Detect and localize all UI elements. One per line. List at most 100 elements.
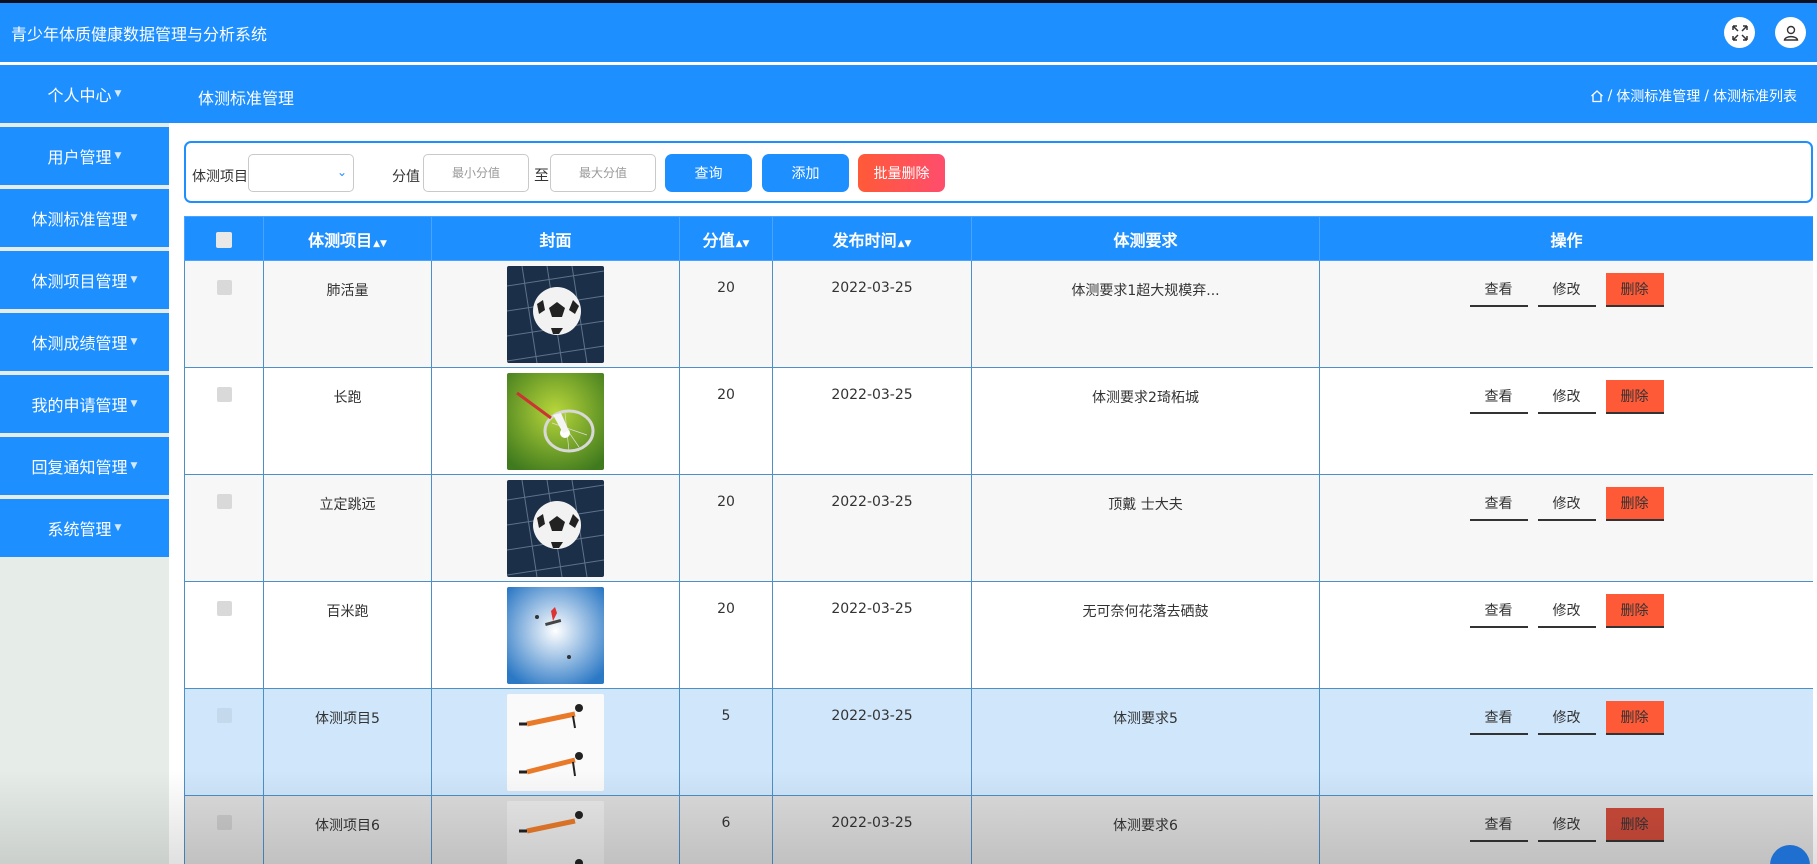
view-button[interactable]: 查看 xyxy=(1469,380,1528,414)
row-checkbox[interactable] xyxy=(216,601,232,616)
row-checkbox[interactable] xyxy=(216,815,232,830)
score-cell: 6 xyxy=(679,795,773,864)
header-item[interactable]: 体测项目▲▼ xyxy=(263,216,432,261)
select-all-checkbox[interactable] xyxy=(216,231,232,248)
min-score-input[interactable] xyxy=(423,154,529,192)
home-icon[interactable] xyxy=(1590,89,1604,103)
row-select-cell xyxy=(184,260,264,368)
standards-table: 体测项目▲▼ 封面 分值▲▼ 发布时间▲▼ 体测要求 操作 肺活量 20 202… xyxy=(184,216,1813,864)
sidebar-item-user-management[interactable]: 用户管理 ▼ xyxy=(0,127,169,185)
breadcrumb-item-standard-list: 体测标准列表 xyxy=(1713,89,1797,105)
breadcrumb-separator: / xyxy=(1607,88,1613,104)
table-row: 体测项目5 5 2022-03-25 体测要求5 查看 修改 删除 xyxy=(184,688,1813,796)
sidebar-item-application-management[interactable]: 我的申请管理 ▼ xyxy=(0,375,169,433)
cover-cell xyxy=(431,367,680,475)
item-cell: 立定跳远 xyxy=(263,474,432,582)
time-cell: 2022-03-25 xyxy=(772,581,972,689)
time-cell: 2022-03-25 xyxy=(772,367,972,475)
requirement-cell: 体测要求2琦柘城 xyxy=(971,367,1320,475)
delete-button[interactable]: 删除 xyxy=(1605,487,1664,521)
time-cell: 2022-03-25 xyxy=(772,474,972,582)
delete-button[interactable]: 删除 xyxy=(1605,380,1664,414)
cover-image-sky-jump xyxy=(507,587,604,684)
query-button[interactable]: 查询 xyxy=(665,154,752,192)
view-button[interactable]: 查看 xyxy=(1469,808,1528,842)
sidebar: 用户管理 ▼ 体测标准管理 ▼ 体测项目管理 ▼ 体测成绩管理 ▼ 我的申请管理 ▼ 回复… xyxy=(0,123,169,864)
header-time-label: 发布时间 xyxy=(832,230,897,250)
header-time[interactable]: 发布时间▲▼ xyxy=(772,216,972,261)
search-bar: 体测项目 ⌄ 分值 至 查询 添加 批量删除 xyxy=(184,141,1813,203)
item-filter-label: 体测项目 xyxy=(192,169,248,185)
view-button[interactable]: 查看 xyxy=(1469,701,1528,735)
requirement-cell: 体测要求1超大规模弃... xyxy=(971,260,1320,368)
cover-cell xyxy=(431,260,680,368)
sidebar-item-project-management[interactable]: 体测项目管理 ▼ xyxy=(0,251,169,309)
sidebar-item-label: 体测标准管理 xyxy=(31,210,128,229)
cover-image-pushup xyxy=(507,694,604,791)
cover-image-pushup xyxy=(507,801,604,864)
sidebar-item-label: 回复通知管理 xyxy=(31,458,128,477)
breadcrumb-item-standard-management[interactable]: 体测标准管理 xyxy=(1616,86,1700,106)
row-select-cell xyxy=(184,581,264,689)
view-button[interactable]: 查看 xyxy=(1469,594,1528,628)
edit-button[interactable]: 修改 xyxy=(1537,701,1596,735)
sidebar-item-label: 我的申请管理 xyxy=(31,396,128,415)
chevron-down-icon: ▼ xyxy=(130,337,138,347)
table-header-row: 体测项目▲▼ 封面 分值▲▼ 发布时间▲▼ 体测要求 操作 xyxy=(184,216,1813,261)
sidebar-item-standard-management[interactable]: 体测标准管理 ▼ xyxy=(0,189,169,247)
item-cell: 体测项目6 xyxy=(263,795,432,864)
row-checkbox[interactable] xyxy=(216,494,232,509)
row-checkbox[interactable] xyxy=(216,708,232,723)
delete-button[interactable]: 删除 xyxy=(1605,808,1664,842)
user-icon[interactable] xyxy=(1775,17,1806,48)
actions-cell: 查看 修改 删除 xyxy=(1319,260,1813,368)
cover-cell xyxy=(431,581,680,689)
sort-icon[interactable]: ▲▼ xyxy=(373,239,387,249)
row-checkbox[interactable] xyxy=(216,387,232,402)
view-button[interactable]: 查看 xyxy=(1469,487,1528,521)
sidebar-item-reply-notice-management[interactable]: 回复通知管理 ▼ xyxy=(0,437,169,495)
header-score[interactable]: 分值▲▼ xyxy=(679,216,773,261)
fullscreen-icon-glyph xyxy=(1731,24,1748,41)
push-up-exercise-icon xyxy=(507,801,604,864)
header-item-label: 体测项目 xyxy=(308,230,373,250)
header-cover: 封面 xyxy=(431,216,680,261)
edit-button[interactable]: 修改 xyxy=(1537,273,1596,307)
chevron-down-icon: ▼ xyxy=(114,89,122,99)
score-filter-label: 分值 xyxy=(392,169,420,185)
fullscreen-icon[interactable] xyxy=(1724,17,1755,48)
cover-image-badminton xyxy=(507,373,604,470)
header-score-label: 分值 xyxy=(702,230,735,250)
sort-icon[interactable]: ▲▼ xyxy=(898,239,912,249)
cover-image-soccer xyxy=(507,480,604,577)
sidebar-item-personal-center[interactable]: 个人中心 ▼ xyxy=(0,65,169,123)
batch-delete-button[interactable]: 批量删除 xyxy=(858,154,945,192)
sidebar-item-system-management[interactable]: 系统管理 ▼ xyxy=(0,499,169,557)
push-up-exercise-icon xyxy=(507,694,604,791)
breadcrumb: / 体测标准管理 / 体测标准列表 xyxy=(1590,86,1797,106)
snowboarder-jump-icon xyxy=(507,587,604,684)
chevron-down-icon: ▼ xyxy=(130,275,138,285)
sidebar-item-score-management[interactable]: 体测成绩管理 ▼ xyxy=(0,313,169,371)
row-checkbox[interactable] xyxy=(216,280,232,295)
actions-cell: 查看 修改 删除 xyxy=(1319,795,1813,864)
add-button[interactable]: 添加 xyxy=(762,154,849,192)
delete-button[interactable]: 删除 xyxy=(1605,273,1664,307)
view-button[interactable]: 查看 xyxy=(1469,273,1528,307)
score-cell: 20 xyxy=(679,474,773,582)
requirement-cell: 体测要求5 xyxy=(971,688,1320,796)
edit-button[interactable]: 修改 xyxy=(1537,380,1596,414)
edit-button[interactable]: 修改 xyxy=(1537,808,1596,842)
actions-cell: 查看 修改 删除 xyxy=(1319,474,1813,582)
edit-button[interactable]: 修改 xyxy=(1537,594,1596,628)
edit-button[interactable]: 修改 xyxy=(1537,487,1596,521)
sort-icon[interactable]: ▲▼ xyxy=(736,239,750,249)
delete-button[interactable]: 删除 xyxy=(1605,594,1664,628)
delete-button[interactable]: 删除 xyxy=(1605,701,1664,735)
max-score-input[interactable] xyxy=(550,154,656,192)
top-bar xyxy=(0,0,1817,62)
item-filter-select[interactable]: ⌄ xyxy=(248,154,354,192)
requirement-cell: 无可奈何花落去硒鼓 xyxy=(971,581,1320,689)
item-cell: 体测项目5 xyxy=(263,688,432,796)
cover-cell xyxy=(431,474,680,582)
